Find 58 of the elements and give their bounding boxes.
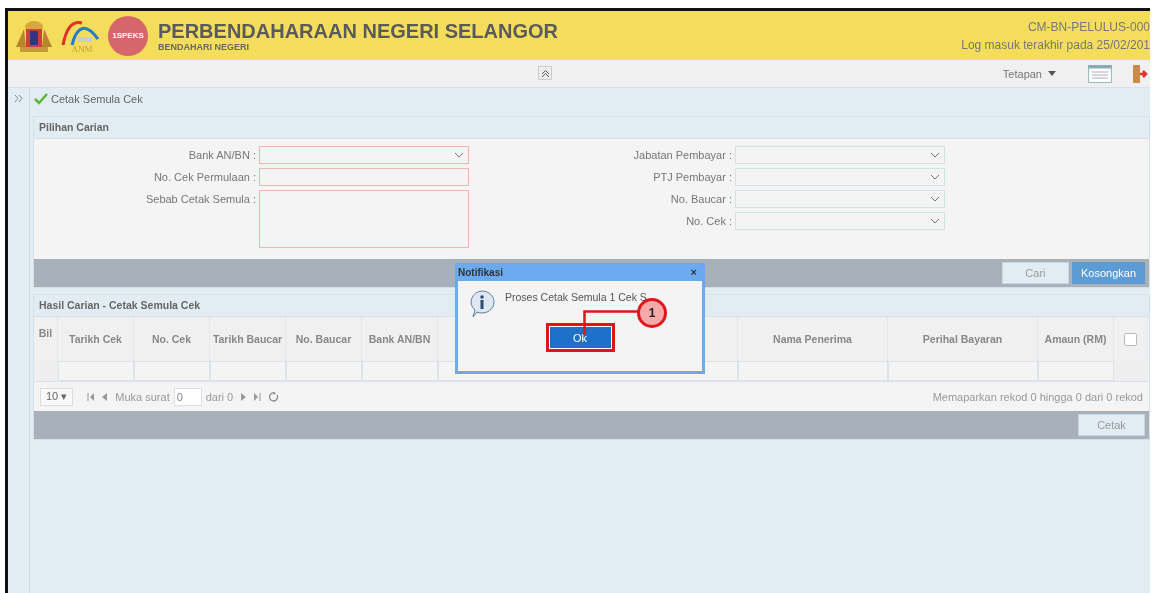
input-field[interactable] xyxy=(259,168,469,186)
record-summary: Memaparkan rekod 0 hingga 0 dari 0 rekod xyxy=(932,390,1143,403)
chevron-down-icon xyxy=(930,196,940,202)
user-id: CM-BN-PELULUS-000 xyxy=(1026,18,1150,36)
logout-icon[interactable] xyxy=(1132,63,1148,84)
column-header: Bil xyxy=(34,317,58,361)
column-header: Amaun (RM) xyxy=(1038,317,1114,361)
page-label: Muka surat xyxy=(115,390,170,403)
field-label: No. Baucar : xyxy=(669,192,732,207)
anm-logo: ANM xyxy=(60,17,104,54)
double-chevron-up-icon xyxy=(540,68,550,78)
last-login-text: Log masuk terakhir pada 25/02/201 xyxy=(961,36,1150,54)
next-page-icon[interactable] xyxy=(241,392,247,401)
reset-button[interactable]: Kosongkan xyxy=(1071,262,1145,284)
field-label: Sebab Cetak Semula : xyxy=(144,192,256,207)
collapse-button[interactable] xyxy=(538,66,552,80)
column-header: No. Cek xyxy=(134,317,210,361)
panel-header: Pilihan Carian xyxy=(34,117,1149,139)
1speks-logo: 1SPEKS xyxy=(108,15,148,56)
app-title: PERBENDAHARAAN NEGERI SELANGOR xyxy=(158,19,559,42)
field-label: No. Cek Permulaan : xyxy=(152,170,256,185)
list-icon[interactable] xyxy=(1088,64,1112,83)
column-header: No. Baucar xyxy=(286,317,362,361)
text-area[interactable] xyxy=(259,190,469,248)
checkmark-icon xyxy=(34,93,48,105)
chevron-down-icon xyxy=(454,152,464,158)
ok-button[interactable]: Ok xyxy=(548,326,612,349)
caret-icon xyxy=(1048,71,1056,76)
chevron-down-icon xyxy=(930,218,940,224)
chevron-down-icon xyxy=(930,152,940,158)
column-header: Bank AN/BN xyxy=(362,317,438,361)
refresh-icon[interactable] xyxy=(269,391,280,402)
close-button[interactable]: × xyxy=(686,266,701,278)
column-header: Tarikh Baucar xyxy=(210,317,286,361)
first-page-icon[interactable] xyxy=(87,392,95,401)
dropdown[interactable] xyxy=(259,146,469,164)
info-icon xyxy=(469,290,495,318)
page-number-field[interactable]: 0 xyxy=(173,387,202,406)
field-label: Bank AN/BN : xyxy=(187,148,256,163)
print-button[interactable]: Cetak xyxy=(1078,414,1145,436)
chevron-down-icon xyxy=(930,174,940,180)
page-total: dari 0 xyxy=(205,390,234,403)
field-label: Jabatan Pembayar : xyxy=(632,148,732,163)
select-all-checkbox[interactable] xyxy=(1124,332,1137,346)
expand-icon[interactable] xyxy=(14,94,23,103)
previous-page-icon[interactable] xyxy=(102,392,108,401)
app-subtitle: BENDAHARI NEGERI xyxy=(158,41,250,52)
dialog-title: Notifikasi xyxy=(458,266,503,278)
column-header: Tarikh Cek xyxy=(58,317,134,361)
search-button[interactable]: Cari xyxy=(1001,262,1069,284)
page-size-dropdown[interactable]: 10 ▾ xyxy=(40,387,74,406)
column-header: Perihal Bayaran xyxy=(888,317,1038,361)
page-title: Cetak Semula Cek xyxy=(51,93,143,105)
field-label: PTJ Pembayar : xyxy=(652,170,732,185)
last-page-icon[interactable] xyxy=(254,392,262,401)
column-header: Nama Penerima xyxy=(738,317,888,361)
settings-menu[interactable]: Tetapan xyxy=(996,66,1062,81)
field-label: No. Cek : xyxy=(685,214,732,229)
